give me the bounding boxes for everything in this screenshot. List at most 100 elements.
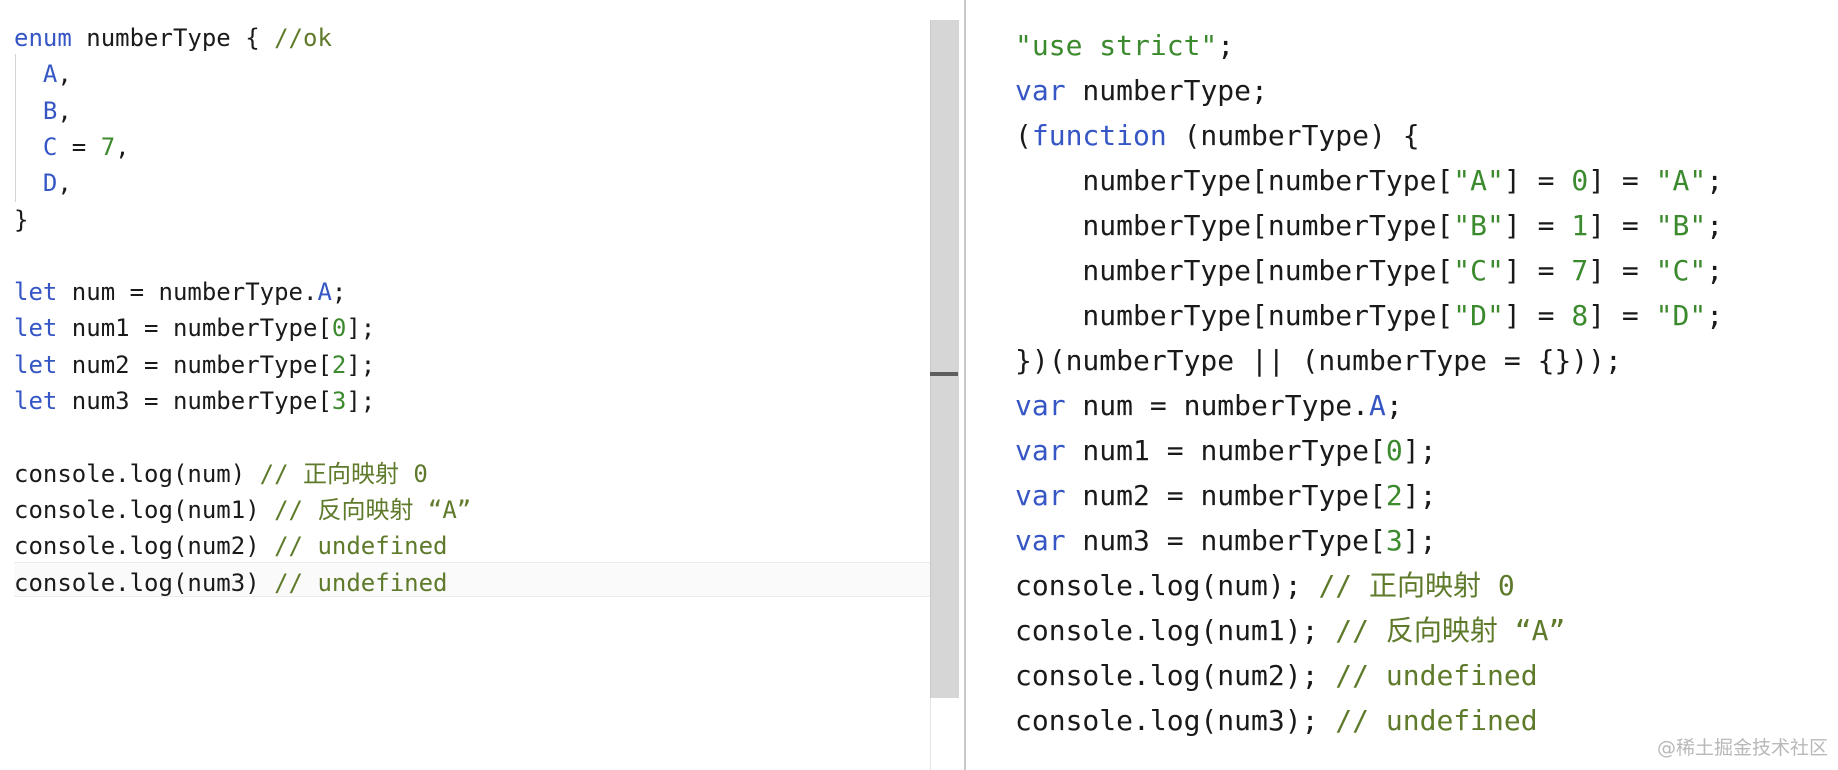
source-editor[interactable]: enum numberType { //ok A, B, C = 7, D,} l…: [0, 0, 956, 770]
code-line: numberType[numberType["A"] = 0] = "A";: [1015, 163, 1723, 199]
code-token: numberType[numberType[: [1015, 164, 1454, 197]
code-line: }: [14, 205, 28, 235]
code-token: //ok: [274, 24, 332, 52]
code-line: var numberType;: [1015, 73, 1268, 109]
code-token: ];: [1402, 434, 1437, 467]
code-line: let num2 = numberType[2];: [14, 350, 375, 380]
code-token: "use strict": [1015, 29, 1218, 62]
code-token: A: [1369, 389, 1386, 422]
code-token: ] =: [1503, 209, 1572, 242]
code-token: "A": [1655, 164, 1707, 197]
code-token: =: [57, 132, 101, 161]
code-token: ];: [346, 387, 376, 415]
code-token: enum: [14, 24, 72, 52]
code-line: })(numberType || (numberType = {}));: [1015, 343, 1622, 379]
code-token: A: [317, 278, 332, 307]
code-token: ,: [57, 169, 72, 198]
code-token: // 反向映射 “A”: [1335, 614, 1566, 647]
code-token: console.log(num1);: [1015, 614, 1336, 647]
code-token: numberType[numberType[: [1015, 299, 1454, 332]
code-token: console.log(num): [14, 459, 260, 488]
code-token: 0: [1385, 434, 1403, 467]
code-token: A: [42, 60, 58, 89]
code-line: var num1 = numberType[0];: [1015, 433, 1436, 469]
code-token: // undefined: [1335, 659, 1538, 692]
code-token: ] =: [1588, 164, 1656, 197]
code-token: "C": [1453, 254, 1504, 287]
code-token: // 正向映射 0: [1318, 569, 1515, 602]
code-token: console.log(num3): [14, 568, 275, 597]
code-token: 0: [331, 314, 347, 343]
code-token: num2 = numberType[: [57, 350, 332, 379]
code-token: ;: [1706, 299, 1724, 332]
code-token: ] =: [1503, 164, 1572, 197]
code-line: C = 7,: [14, 132, 130, 162]
code-token: numberType {: [71, 24, 275, 52]
code-token: numberType[numberType[: [1015, 254, 1454, 287]
code-line: var num2 = numberType[2];: [1015, 478, 1436, 514]
code-token: ];: [346, 314, 376, 343]
code-token: ];: [1402, 524, 1437, 557]
code-token: var: [1015, 524, 1066, 557]
code-token: "C": [1655, 254, 1707, 287]
watermark: @稀土掘金技术社区: [1656, 737, 1828, 759]
code-token: ] =: [1588, 209, 1656, 242]
code-token: 2: [1385, 479, 1403, 512]
code-token: ,: [115, 132, 130, 161]
code-token: B: [42, 96, 58, 125]
compiled-output: "use strict"; var numberType; (function (n…: [965, 0, 1838, 770]
code-token: // undefined: [1335, 704, 1538, 737]
code-token: let: [14, 278, 58, 307]
code-token: var: [1015, 389, 1066, 422]
code-token: "D": [1655, 299, 1707, 332]
code-line: (function (numberType) {: [1015, 118, 1420, 154]
code-token: ;: [1217, 29, 1235, 62]
code-token: ,: [57, 60, 72, 89]
code-token: console.log(num);: [1015, 569, 1319, 602]
code-token: (: [1015, 119, 1032, 152]
code-line: D,: [14, 168, 72, 198]
code-token: console.log(num2);: [1015, 659, 1336, 692]
scrollbar-edge: [930, 698, 931, 770]
code-token: console.log(num1): [14, 495, 275, 524]
code-token: var: [1015, 434, 1066, 467]
code-token: "B": [1453, 209, 1504, 242]
code-token: (numberType) {: [1166, 119, 1420, 152]
code-line: console.log(num); // 正向映射 0: [1015, 568, 1515, 604]
code-token: numberType[numberType[: [1015, 209, 1454, 242]
code-line: var num3 = numberType[3];: [1015, 523, 1436, 559]
code-line: console.log(num2) // undefined: [14, 531, 447, 561]
code-token: })(numberType || (numberType = {}));: [1015, 344, 1622, 377]
code-token: "B": [1655, 209, 1707, 242]
code-token: num3 = numberType[: [1065, 524, 1386, 557]
code-token: let: [14, 314, 58, 343]
code-token: num = numberType.: [1065, 389, 1370, 422]
code-token: // 反向映射 “A”: [274, 495, 472, 524]
code-token: 1: [1571, 209, 1589, 242]
code-token: // 正向映射 0: [259, 459, 428, 488]
code-line: console.log(num2); // undefined: [1015, 658, 1538, 694]
code-token: ;: [331, 278, 347, 307]
code-line: B,: [14, 96, 72, 126]
code-line: let num = numberType.A;: [14, 277, 346, 307]
code-token: num = numberType.: [57, 278, 318, 307]
code-line: console.log(num1) // 反向映射 “A”: [14, 495, 471, 525]
code-token: num3 = numberType[: [57, 387, 332, 415]
code-line: enum numberType { //ok: [14, 23, 332, 53]
code-token: C: [42, 132, 58, 161]
code-token: ];: [346, 350, 376, 379]
scrollbar-cursor-marker: [930, 372, 958, 376]
code-line: "use strict";: [1015, 28, 1234, 64]
code-line: console.log(num) // 正向映射 0: [14, 459, 428, 489]
code-token: num1 = numberType[: [57, 314, 332, 343]
code-token: let: [14, 350, 58, 379]
code-token: num1 = numberType[: [1065, 434, 1386, 467]
editor-scrollbar[interactable]: [930, 20, 959, 698]
code-token: console.log(num2): [14, 532, 275, 561]
code-token: ,: [57, 96, 72, 125]
code-token: // undefined: [274, 568, 448, 597]
code-token: ] =: [1588, 254, 1656, 287]
